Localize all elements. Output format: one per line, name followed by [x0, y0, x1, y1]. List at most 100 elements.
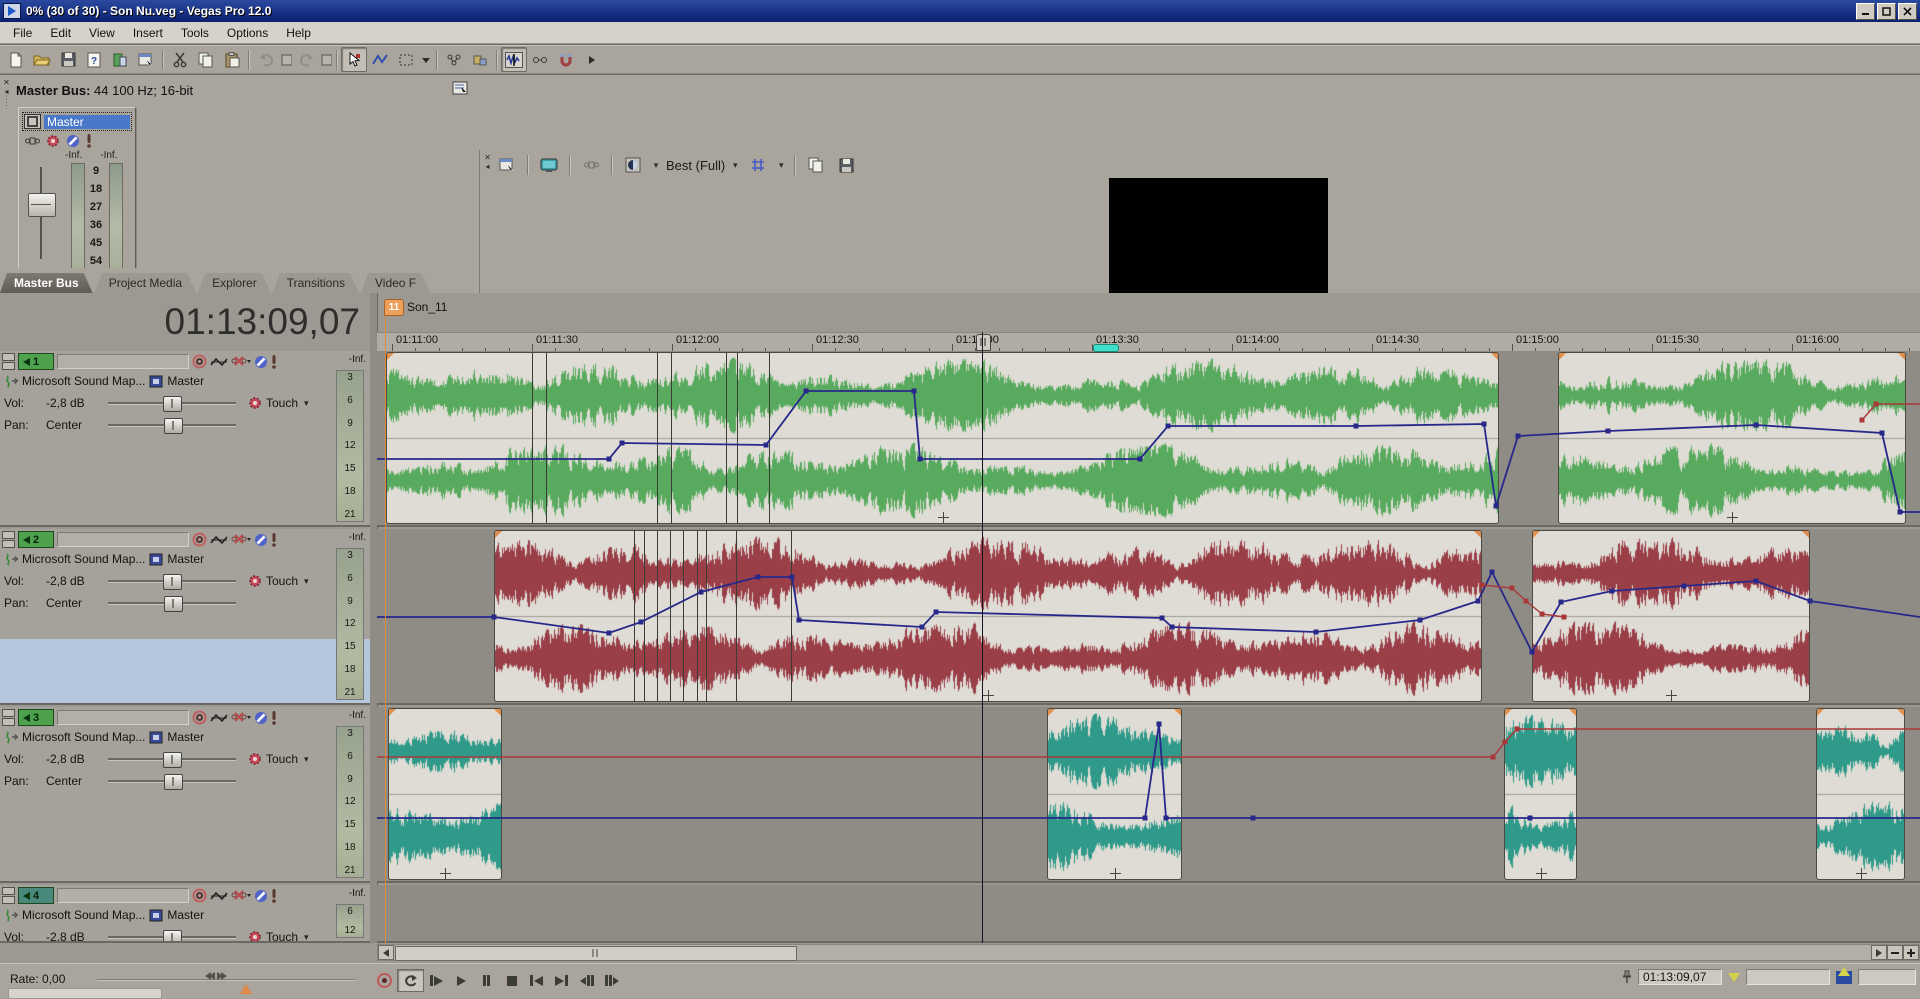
track-bus-icon[interactable] [149, 553, 163, 566]
track-collapse-icon[interactable] [2, 353, 15, 370]
automation-dropdown-icon[interactable]: ▾ [304, 754, 309, 765]
track-envelope-icon[interactable] [210, 534, 228, 546]
vol-slider[interactable] [108, 930, 236, 943]
go-to-start-button[interactable] [524, 970, 549, 991]
preview-properties-icon[interactable] [494, 153, 520, 178]
audio-event[interactable] [1816, 708, 1905, 880]
pan-slider[interactable] [108, 774, 236, 788]
copy-snapshot-icon[interactable] [803, 153, 829, 178]
solo-icon[interactable] [86, 134, 92, 148]
automation-mode-value[interactable]: Touch [266, 396, 298, 410]
redo-button[interactable] [293, 47, 319, 72]
pan-slider[interactable] [108, 418, 236, 432]
vol-slider[interactable] [108, 752, 236, 766]
track-solo-icon[interactable] [271, 889, 277, 903]
automation-mode-value[interactable]: Touch [266, 574, 298, 588]
pan-value[interactable]: Center [46, 418, 108, 432]
record-button[interactable] [372, 970, 397, 991]
automation-mode-icon[interactable] [244, 930, 266, 943]
time-ruler[interactable]: 01:11:0001:11:3001:12:0001:12:3001:13:00… [377, 332, 1920, 352]
paste-button[interactable] [219, 47, 245, 72]
play-button[interactable] [449, 970, 474, 991]
pin-icon[interactable] [1622, 970, 1632, 984]
more-tools-button[interactable] [579, 47, 605, 72]
menu-item-file[interactable]: File [4, 24, 41, 42]
vol-value[interactable]: -2,8 dB [46, 752, 108, 766]
audio-event[interactable] [386, 352, 1499, 524]
tab-master-bus[interactable]: Master Bus [0, 273, 93, 293]
track-bus-icon[interactable] [149, 909, 163, 922]
record-arm-icon[interactable] [192, 354, 207, 369]
track-name-field[interactable] [57, 532, 189, 547]
envelope-edit-tool-button[interactable] [367, 47, 393, 72]
event-pan-crop-handle[interactable] [1666, 690, 1677, 701]
selection-dropdown-button[interactable] [419, 47, 433, 72]
audio-event[interactable] [1047, 708, 1182, 880]
marker-bar[interactable] [377, 293, 1920, 332]
track-envelope-icon[interactable] [210, 890, 228, 902]
track-fx-icon[interactable] [231, 533, 251, 546]
track-mute-icon[interactable] [254, 711, 268, 725]
track-name-field[interactable] [57, 354, 189, 369]
pause-button[interactable] [474, 970, 499, 991]
auto-ripple-button[interactable] [441, 47, 467, 72]
overlays-icon[interactable] [745, 153, 771, 178]
cursor-timecode-display[interactable]: 01:13:09,07 [60, 301, 360, 343]
track-name-field[interactable] [57, 710, 189, 725]
tab-video-f[interactable]: Video F [361, 273, 430, 293]
automation-mode-value[interactable]: Touch [266, 930, 298, 943]
automation-mode-icon[interactable] [244, 396, 266, 410]
new-project-button[interactable] [3, 47, 29, 72]
project-properties-button[interactable]: ? [81, 47, 107, 72]
master-fader[interactable] [28, 193, 56, 217]
record-arm-icon[interactable] [192, 888, 207, 903]
save-button[interactable] [55, 47, 81, 72]
event-pan-crop-handle[interactable] [983, 690, 994, 701]
audio-event[interactable] [1532, 530, 1810, 702]
next-frame-button[interactable] [599, 970, 624, 991]
menu-item-insert[interactable]: Insert [124, 24, 172, 42]
overlays-dropdown-icon[interactable]: ▾ [775, 154, 787, 177]
cursor-position-field[interactable]: 01:13:09,07 [1638, 969, 1722, 985]
open-button[interactable] [29, 47, 55, 72]
track-header-4[interactable]: 4-Inf.Microsoft Sound Map...MasterVol:-2… [0, 885, 370, 943]
scroll-right-icon[interactable] [1871, 945, 1887, 960]
selection-end-field[interactable] [1858, 969, 1916, 985]
vol-slider[interactable] [108, 574, 236, 588]
automation-dropdown-icon[interactable]: ▾ [304, 576, 309, 587]
minimize-button[interactable] [1856, 3, 1875, 20]
track-header-2[interactable]: 2-Inf.Microsoft Sound Map...MasterVol:-2… [0, 529, 370, 705]
track-content-2[interactable] [377, 529, 1920, 705]
close-button[interactable] [1898, 3, 1917, 20]
render-as-button[interactable] [107, 47, 133, 72]
track-envelope-icon[interactable] [210, 712, 228, 724]
copy-button[interactable] [193, 47, 219, 72]
save-snapshot-icon[interactable] [833, 153, 859, 178]
event-pan-crop-handle[interactable] [440, 868, 451, 879]
preview-close-icon[interactable]: ✕◂ [481, 153, 494, 171]
snapping-button[interactable] [553, 47, 579, 72]
track-fx-icon[interactable] [231, 355, 251, 368]
quality-dropdown-icon[interactable]: ▾ [729, 154, 741, 177]
track-device-name[interactable]: Microsoft Sound Map... [22, 908, 145, 922]
event-pan-crop-handle[interactable] [1856, 868, 1867, 879]
audio-event[interactable] [388, 708, 502, 880]
menu-item-tools[interactable]: Tools [172, 24, 218, 42]
quality-dropdown-icon[interactable]: ▾ [650, 154, 662, 177]
track-collapse-icon[interactable] [2, 531, 15, 548]
play-from-start-button[interactable] [424, 970, 449, 991]
event-pan-crop-handle[interactable] [1110, 868, 1121, 879]
pan-value[interactable]: Center [46, 596, 108, 610]
undo-dropdown-button[interactable] [279, 47, 293, 72]
vol-slider[interactable] [108, 396, 236, 410]
zoom-in-time-icon[interactable] [1903, 945, 1919, 960]
track-header-1[interactable]: 1-Inf.Microsoft Sound Map...MasterVol:-2… [0, 351, 370, 527]
playhead-line[interactable] [982, 332, 983, 943]
loop-playback-button[interactable] [397, 969, 424, 992]
audio-event[interactable] [494, 530, 1482, 702]
view-list-icon[interactable] [452, 81, 468, 95]
event-pan-crop-handle[interactable] [1727, 512, 1738, 523]
zoom-out-time-icon[interactable] [1887, 945, 1903, 960]
track-solo-icon[interactable] [271, 711, 277, 725]
record-arm-icon[interactable] [192, 710, 207, 725]
